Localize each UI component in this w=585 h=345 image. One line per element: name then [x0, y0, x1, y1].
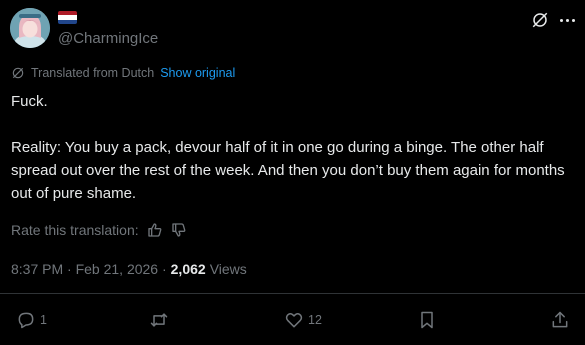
- action-bar: 1 12: [0, 310, 585, 334]
- repost-button[interactable]: [149, 310, 169, 330]
- flag-stripe-blue: [58, 19, 77, 24]
- translated-from-label: Translated from Dutch: [31, 66, 155, 80]
- reply-count: 1: [40, 313, 47, 327]
- avatar-image: [10, 8, 50, 48]
- like-count: 12: [308, 313, 322, 327]
- grok-icon[interactable]: [531, 11, 549, 29]
- translate-icon: [12, 67, 24, 79]
- netherlands-flag-icon: [58, 11, 77, 24]
- like-button[interactable]: 12: [284, 310, 322, 330]
- bookmark-button[interactable]: [417, 310, 437, 330]
- tweet-text: Fuck. Reality: You buy a pack, devour ha…: [11, 90, 576, 205]
- more-dot: [571, 18, 575, 22]
- timestamp[interactable]: 8:37 PM · Feb 21, 2026 ·: [11, 261, 167, 277]
- post: @CharmingIce Translated from Dutch Show …: [0, 0, 585, 345]
- tweet-meta: 8:37 PM · Feb 21, 2026 · 2,062 Views: [11, 261, 247, 277]
- views-label: Views: [209, 261, 247, 277]
- repost-icon: [150, 313, 168, 327]
- share-icon: [552, 311, 568, 328]
- thumbs-down-icon[interactable]: [171, 222, 187, 238]
- tweet-line-1: Fuck.: [11, 93, 48, 110]
- more-dot: [565, 18, 569, 22]
- show-original-link[interactable]: Show original: [160, 66, 235, 80]
- more-dot: [559, 18, 563, 22]
- more-icon[interactable]: [557, 10, 577, 30]
- reply-button[interactable]: 1: [16, 310, 47, 330]
- author-handle[interactable]: @CharmingIce: [58, 30, 158, 47]
- rate-translation-label: Rate this translation:: [11, 222, 139, 238]
- avatar[interactable]: [10, 8, 50, 48]
- translation-notice: Translated from Dutch Show original: [11, 66, 235, 80]
- rate-translation: Rate this translation:: [11, 222, 187, 238]
- reply-icon: [18, 312, 34, 329]
- like-icon: [285, 313, 303, 328]
- share-button[interactable]: [550, 310, 570, 330]
- divider: [0, 293, 585, 294]
- tweet-paragraph-2: Reality: You buy a pack, devour half of …: [11, 139, 565, 202]
- tweet-paragraph-gap: [11, 113, 576, 136]
- views-count: 2,062: [170, 261, 206, 277]
- thumbs-up-icon[interactable]: [147, 222, 163, 238]
- bookmark-icon: [421, 311, 433, 329]
